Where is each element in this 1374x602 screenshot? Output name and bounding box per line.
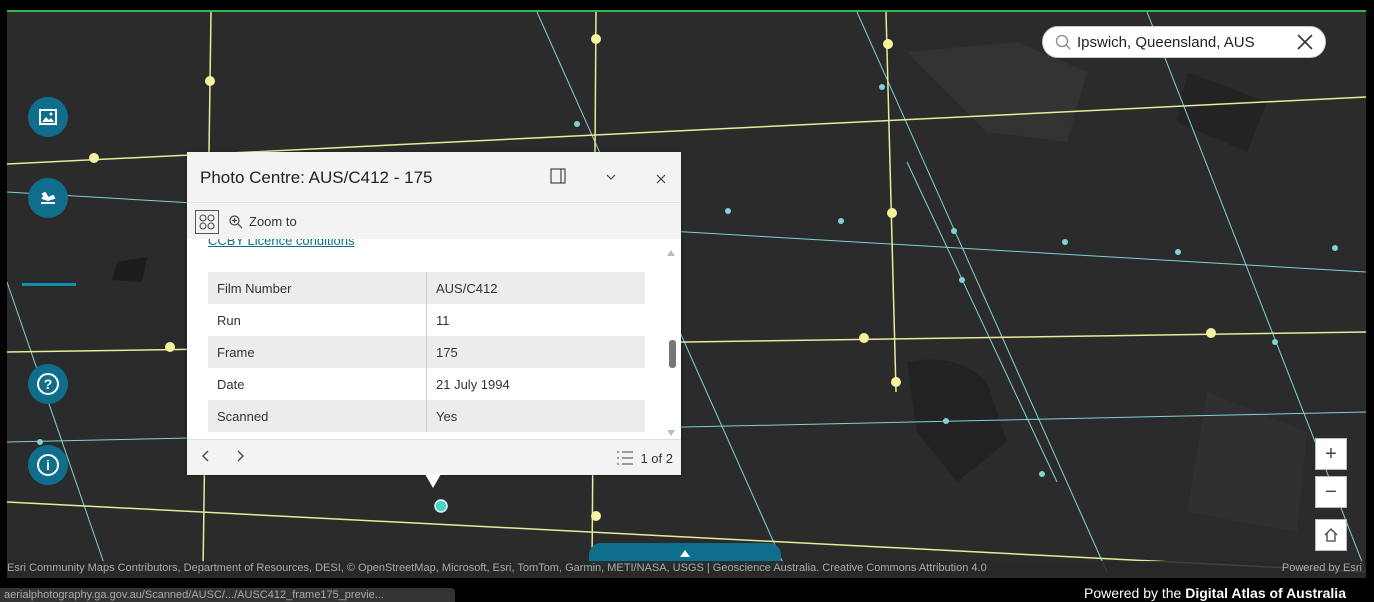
brand-name[interactable]: Digital Atlas of Australia — [1185, 585, 1346, 601]
field-value: 11 — [436, 312, 450, 328]
field-key: Scanned — [208, 400, 427, 432]
scrollbar-thumb[interactable] — [669, 340, 676, 368]
imagery-button[interactable] — [28, 97, 68, 137]
field-key: Run — [208, 304, 427, 336]
attribution-text: Esri Community Maps Contributors, Depart… — [7, 562, 987, 574]
selected-photo-centre[interactable] — [434, 499, 448, 513]
scroll-arrows — [667, 250, 675, 436]
popup-scrollbar[interactable] — [665, 239, 677, 439]
popup-footer: 1 of 2 — [187, 439, 681, 475]
search-bar — [1042, 26, 1326, 58]
zoom-in-icon — [229, 214, 243, 228]
table-row: Date 21 July 1994 — [208, 368, 645, 400]
field-value: AUS/C412 — [426, 272, 645, 304]
chevron-left-icon — [202, 450, 209, 462]
zoom-out-button[interactable]: − — [1315, 476, 1347, 508]
search-icon — [1055, 34, 1071, 50]
home-button[interactable] — [1315, 519, 1347, 551]
dock-button[interactable] — [550, 168, 566, 189]
info-icon: i — [37, 454, 59, 476]
powered-by: Powered by the Digital Atlas of Australi… — [1084, 585, 1346, 601]
close-popup-button[interactable] — [656, 171, 666, 189]
feature-popup: Photo Centre: AUS/C412 - 175 Zoom to CCB… — [187, 152, 681, 488]
field-value: Yes — [426, 400, 645, 432]
attribute-table: Film Number AUS/C412 Run 11 Frame 175 Date 2… — [208, 272, 645, 432]
zoom-in-button[interactable]: + — [1315, 438, 1347, 470]
dock-icon — [550, 168, 566, 184]
chevron-down-icon — [606, 174, 616, 180]
clear-search-button[interactable] — [1297, 31, 1313, 54]
grid-icon — [199, 214, 215, 230]
field-key: Frame — [208, 336, 427, 368]
table-row: Film Number AUS/C412 — [208, 272, 645, 304]
zoom-to-label: Zoom to — [249, 214, 297, 229]
table-row: Frame 175 — [208, 336, 645, 368]
powered-by-prefix: Powered by the — [1084, 585, 1186, 601]
status-url: aerialphotography.ga.gov.au/Scanned/AUSC… — [0, 588, 455, 602]
help-button[interactable]: ? — [28, 364, 68, 404]
popup-content[interactable]: CCBY Licence conditions Film Number AUS/C… — [187, 239, 681, 439]
popup-toolbar: Zoom to — [187, 202, 681, 239]
chevron-right-icon — [237, 450, 244, 462]
field-key: Date — [208, 368, 427, 400]
sidebar-divider — [22, 283, 76, 286]
field-key: Film Number — [208, 272, 427, 304]
popup-pointer — [425, 474, 441, 488]
chevron-up-icon — [680, 550, 690, 557]
feature-count: 1 of 2 — [640, 450, 673, 466]
feature-count-button[interactable]: 1 of 2 — [616, 450, 673, 466]
zoom-to-button[interactable]: Zoom to — [229, 214, 297, 229]
list-icon — [617, 451, 634, 465]
home-icon — [1324, 528, 1338, 542]
scroll-down-icon — [667, 430, 675, 436]
image-icon — [39, 109, 57, 125]
close-icon — [1297, 34, 1313, 50]
search-input[interactable] — [1075, 32, 1279, 52]
flight-button[interactable] — [28, 178, 68, 218]
field-value: 175 — [426, 336, 645, 368]
powered-by-esri[interactable]: Powered by Esri — [1282, 561, 1362, 576]
question-icon: ? — [37, 373, 59, 395]
select-feature-button[interactable] — [195, 210, 219, 234]
field-value: 21 July 1994 — [436, 376, 510, 392]
table-row: Run 11 — [208, 304, 645, 336]
popup-header: Photo Centre: AUS/C412 - 175 — [187, 152, 681, 202]
popup-title: Photo Centre: AUS/C412 - 175 — [200, 168, 433, 187]
table-row: Scanned Yes — [208, 400, 645, 432]
next-feature-button[interactable] — [235, 449, 245, 465]
close-icon — [656, 174, 666, 184]
attribution-bar: Esri Community Maps Contributors, Depart… — [7, 561, 1366, 576]
scroll-up-icon — [667, 250, 675, 256]
airplane-icon — [41, 191, 56, 204]
collapse-button[interactable] — [605, 170, 617, 188]
licence-link[interactable]: CCBY Licence conditions — [208, 239, 354, 248]
info-button[interactable]: i — [28, 445, 68, 485]
previous-feature-button[interactable] — [201, 449, 211, 465]
